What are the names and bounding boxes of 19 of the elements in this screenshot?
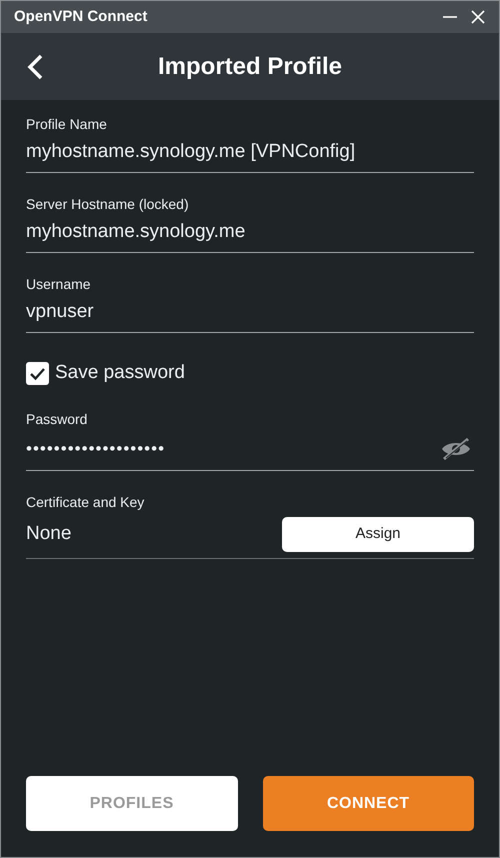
password-value: •••••••••••••••••••• <box>26 438 166 460</box>
checkbox-label: Save password <box>55 361 185 385</box>
input-field[interactable]: myhostname.synology.me <box>26 213 474 253</box>
field-label: Password <box>26 410 88 428</box>
page-title: Imported Profile <box>158 52 342 82</box>
input-field[interactable]: vpnuser <box>26 293 474 333</box>
hidden-eye-icon[interactable] <box>440 438 472 460</box>
certificate-value: None <box>26 522 72 546</box>
field-label: Username <box>26 275 92 293</box>
back-icon[interactable] <box>26 53 44 81</box>
field-label: Certificate and Key <box>26 492 146 510</box>
input-field[interactable]: myhostname.synology.me [VPNConfig] <box>26 133 474 173</box>
close-icon[interactable] <box>470 9 486 25</box>
assign-button[interactable]: Assign <box>282 516 474 552</box>
field-label: Server Hostname (locked) <box>26 195 190 213</box>
password-field[interactable]: •••••••••••••••••••• <box>26 428 474 470</box>
checkbox[interactable] <box>26 362 49 385</box>
window-title: OpenVPN Connect <box>14 6 148 27</box>
field-label: Profile Name <box>26 115 108 133</box>
